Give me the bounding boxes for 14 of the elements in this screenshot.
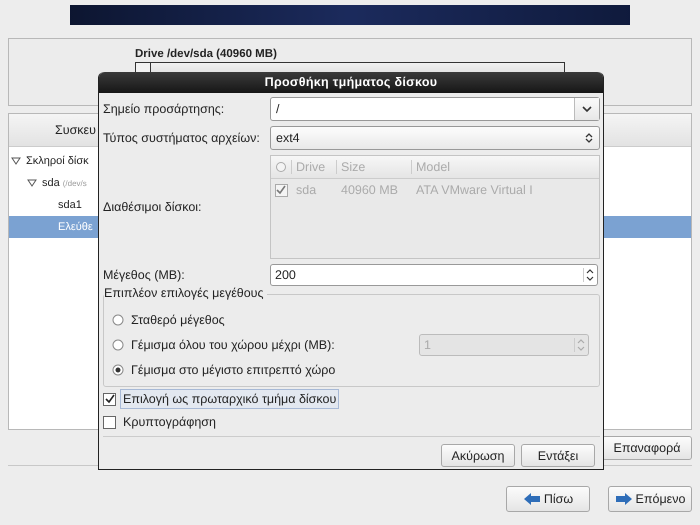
dialog-title: Προσθήκη τμήματος δίσκου [99,72,603,93]
option-label: Γέμισμα όλου του χώρου μέχρι (MB): [131,338,335,352]
table-cell-text: ATA VMware Virtual I [415,183,534,197]
drive-title: Drive /dev/sda (40960 MB) [135,48,278,60]
group-legend: Επιπλέον επιλογές μεγέθους [104,286,267,300]
table-cell-text: sda [295,183,318,197]
table-cell-text: 40960 MB [340,183,399,197]
field-label: Διαθέσιμοι δίσκοι: [103,200,203,214]
field-label: Σημείο προσάρτησης: [103,102,226,116]
field-label: Τύπος συστήματος αρχείων: [103,131,261,145]
device-path: (/dev/s [62,178,87,188]
option-label: Γέμισμα στο μέγιστο επιτρεπτό χώρο [131,362,336,376]
option-label: Σταθερό μέγεθος [131,312,225,326]
field-label: Μέγεθος (MB): [103,268,186,282]
